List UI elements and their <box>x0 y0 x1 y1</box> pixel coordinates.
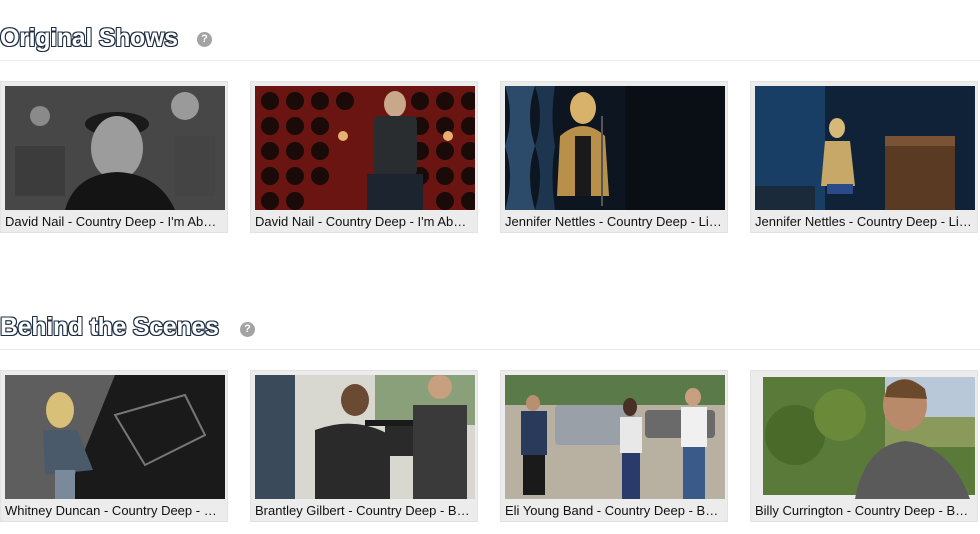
video-title[interactable]: Billy Currington - Country Deep - Behind… <box>755 503 973 518</box>
video-title[interactable]: Brantley Gilbert - Country Deep - Behind… <box>255 503 473 518</box>
video-card[interactable]: Whitney Duncan - Country Deep - Behind t… <box>0 370 228 522</box>
video-card[interactable]: Eli Young Band - Country Deep - Behind t… <box>500 370 728 522</box>
original-shows-section: Original Shows ? David Nail - Country De… <box>0 0 980 240</box>
divider <box>0 60 980 61</box>
video-thumbnail[interactable] <box>505 86 725 210</box>
video-card[interactable]: Jennifer Nettles - Country Deep - Live P… <box>500 81 728 233</box>
behind-the-scenes-section: Behind the Scenes ? Whitney Duncan - Cou… <box>0 290 980 534</box>
video-thumbnail[interactable] <box>255 86 475 210</box>
section-title: Behind the Scenes <box>0 313 219 341</box>
section-title: Original Shows <box>0 24 178 52</box>
video-title[interactable]: Jennifer Nettles - Country Deep - Live P… <box>755 214 973 229</box>
video-thumbnail[interactable] <box>755 86 975 210</box>
video-thumbnail[interactable] <box>755 375 975 499</box>
video-thumbnail[interactable] <box>5 86 225 210</box>
video-card[interactable]: David Nail - Country Deep - I'm About to… <box>250 81 478 233</box>
video-card[interactable]: David Nail - Country Deep - I'm About to… <box>0 81 228 233</box>
video-title[interactable]: David Nail - Country Deep - I'm About to… <box>5 214 223 229</box>
video-title[interactable]: David Nail - Country Deep - I'm About to… <box>255 214 473 229</box>
divider <box>0 349 980 350</box>
help-icon[interactable]: ? <box>197 32 212 47</box>
video-title[interactable]: Jennifer Nettles - Country Deep - Live P… <box>505 214 723 229</box>
video-title[interactable]: Eli Young Band - Country Deep - Behind t… <box>505 503 723 518</box>
help-icon[interactable]: ? <box>240 322 255 337</box>
video-card[interactable]: Brantley Gilbert - Country Deep - Behind… <box>250 370 478 522</box>
video-thumbnail[interactable] <box>255 375 475 499</box>
video-thumbnail[interactable] <box>505 375 725 499</box>
video-card[interactable]: Billy Currington - Country Deep - Behind… <box>750 370 978 522</box>
video-card[interactable]: Jennifer Nettles - Country Deep - Live P… <box>750 81 978 233</box>
video-title[interactable]: Whitney Duncan - Country Deep - Behind t… <box>5 503 223 518</box>
video-thumbnail[interactable] <box>5 375 225 499</box>
